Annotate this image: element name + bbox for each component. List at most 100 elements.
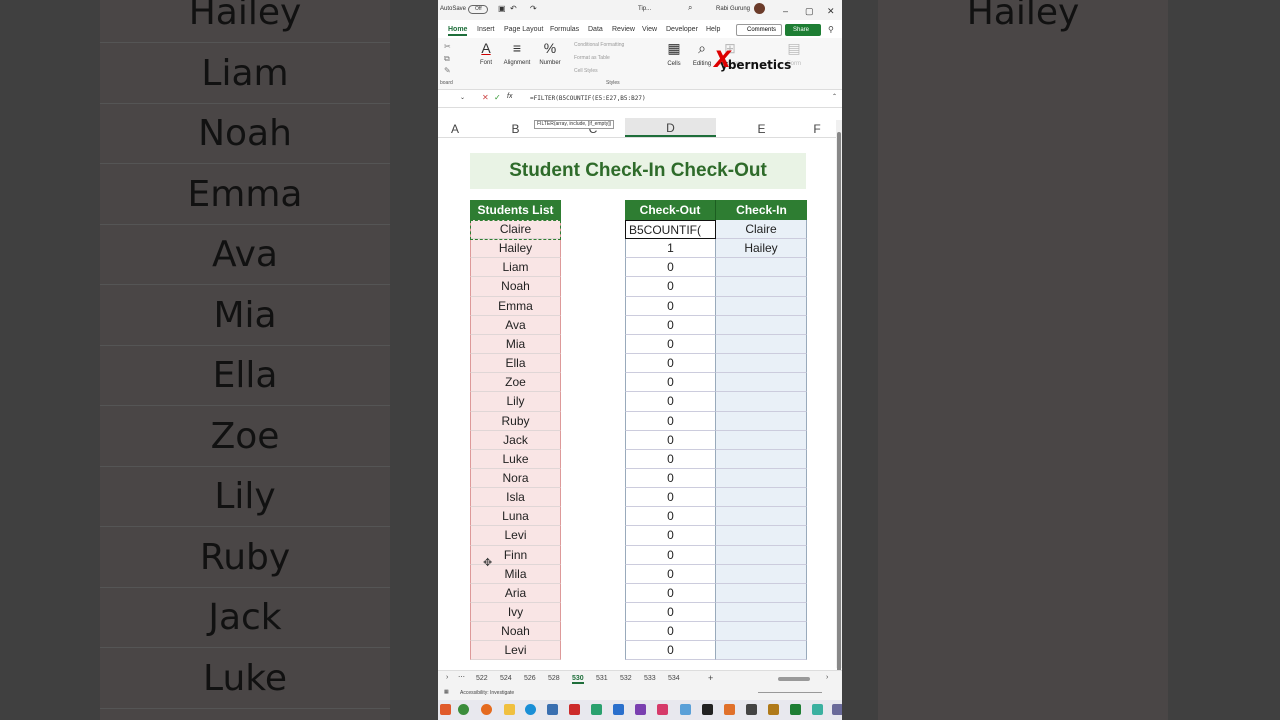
editing-group[interactable]: ⌕ Editing [690,40,714,67]
student-cell[interactable]: Nora [470,468,561,489]
start-app-icon[interactable] [440,704,451,715]
checkin-cell[interactable] [716,296,807,316]
outlook-icon[interactable] [547,704,558,715]
snipping-icon[interactable] [591,704,602,715]
font-group[interactable]: A Font [476,40,496,66]
firefox-icon[interactable] [481,704,492,715]
student-cell[interactable]: Luke [470,449,561,469]
app-icon[interactable] [724,704,735,715]
checkout-cell[interactable]: 0 [625,603,716,623]
checkin-cell[interactable] [716,526,807,546]
sheet-tab[interactable]: 534 [668,675,680,682]
active-formula-cell[interactable]: B5COUNTIF( [625,220,716,240]
checkout-cell[interactable]: 0 [625,449,716,469]
tab-formulas[interactable]: Formulas [550,26,579,33]
checkout-cell[interactable]: 0 [625,354,716,374]
checkout-cell[interactable]: 0 [625,641,716,661]
sheet-tab[interactable]: 524 [500,675,512,682]
tab-insert[interactable]: Insert [477,26,495,33]
comments-button[interactable]: Comments [736,24,782,36]
checkin-cell[interactable] [716,488,807,508]
checkin-cell[interactable] [716,622,807,642]
share-button[interactable]: Share [785,24,821,36]
checkout-cell[interactable]: 0 [625,564,716,584]
checkin-cell[interactable] [716,641,807,661]
checkin-cell[interactable] [716,277,807,297]
student-cell[interactable]: Liam [470,258,561,278]
undo-icon[interactable]: ↶ [510,4,517,13]
student-cell[interactable]: Ella [470,354,561,374]
checkout-cell[interactable]: 0 [625,392,716,412]
checkin-cell[interactable] [716,468,807,489]
student-cell[interactable]: Emma [470,296,561,316]
number-group[interactable]: % Number [538,40,562,66]
visual-studio-icon[interactable] [635,704,646,715]
save-icon[interactable]: ▣ [498,4,506,13]
tab-help[interactable]: Help [706,26,720,33]
student-cell[interactable]: Ruby [470,411,561,431]
sheet-tab[interactable]: 526 [524,675,536,682]
checkin-cell[interactable] [716,545,807,565]
student-cell[interactable]: Aria [470,583,561,604]
scrollbar-thumb[interactable] [837,132,841,672]
conditional-formatting[interactable]: Conditional Formatting [574,42,624,48]
checkout-cell[interactable]: 0 [625,488,716,508]
vertical-scrollbar[interactable] [836,120,842,672]
column-header-a[interactable]: A [444,122,466,136]
cut-icon[interactable]: ✂ [444,42,451,51]
ribbon-options-icon[interactable]: ⚲ [828,25,834,34]
pdf-icon[interactable] [569,704,580,715]
cell-styles[interactable]: Cell Styles [574,68,598,74]
redo-icon[interactable]: ↷ [530,4,537,13]
checkout-cell[interactable]: 0 [625,526,716,546]
checkin-cell[interactable] [716,354,807,374]
checkout-cell[interactable]: 1 [625,239,716,259]
checkout-cell[interactable]: 0 [625,468,716,489]
checkin-cell[interactable] [716,583,807,604]
student-cell[interactable]: Jack [470,430,561,450]
teams-icon[interactable] [812,704,823,715]
checkin-cell[interactable] [716,392,807,412]
checkin-cell[interactable]: Claire [716,220,807,240]
student-cell[interactable]: Levi [470,526,561,546]
folder-icon[interactable] [504,704,515,715]
autosave-toggle[interactable]: Off [468,5,488,14]
tab-home[interactable]: Home [448,26,468,36]
sheet-title[interactable]: Student Check-In Check-Out [470,153,806,189]
minimize-icon[interactable]: – [783,6,788,16]
checkin-cell[interactable] [716,507,807,527]
student-cell[interactable]: Levi [470,641,561,661]
add-sheet-icon[interactable]: + [708,673,713,683]
checkout-cell[interactable]: 0 [625,545,716,565]
horizontal-scrollbar[interactable] [778,677,810,681]
checkin-cell[interactable] [716,315,807,335]
checkin-cell[interactable] [716,258,807,278]
maximize-icon[interactable]: ▢ [805,6,814,17]
student-cell[interactable]: Ava [470,315,561,335]
student-cell[interactable]: Lily [470,392,561,412]
student-cell[interactable]: Ivy [470,603,561,623]
checkout-cell[interactable]: 0 [625,373,716,393]
cells-group[interactable]: ▦ Cells [664,40,684,67]
chrome-icon[interactable] [458,704,469,715]
checkout-cell[interactable]: 0 [625,411,716,431]
checkout-cell[interactable]: 0 [625,430,716,450]
checkin-cell[interactable] [716,449,807,469]
formula-input[interactable]: =FILTER(B5COUNTIF(E5:E27,B5:B27) [530,95,646,102]
column-header-e[interactable]: E [716,122,807,136]
student-cell[interactable]: Isla [470,488,561,508]
tab-view[interactable]: View [642,26,657,33]
powerpoint-icon[interactable] [768,704,779,715]
expand-formula-icon[interactable]: ⌃ [832,93,837,100]
cancel-icon[interactable]: ✕ [482,93,489,102]
prev-sheet-icon[interactable]: › [446,674,448,681]
scroll-right-icon[interactable]: › [826,674,828,681]
checkout-cell[interactable]: 0 [625,507,716,527]
sheet-tab[interactable]: 533 [644,675,656,682]
checkout-cell[interactable]: 0 [625,315,716,335]
student-cell[interactable]: Zoe [470,373,561,393]
checkout-cell[interactable]: 0 [625,296,716,316]
sheet-tab[interactable]: 530 [572,675,584,684]
checkout-cell[interactable]: 0 [625,277,716,297]
header-students-list[interactable]: Students List [470,200,561,220]
